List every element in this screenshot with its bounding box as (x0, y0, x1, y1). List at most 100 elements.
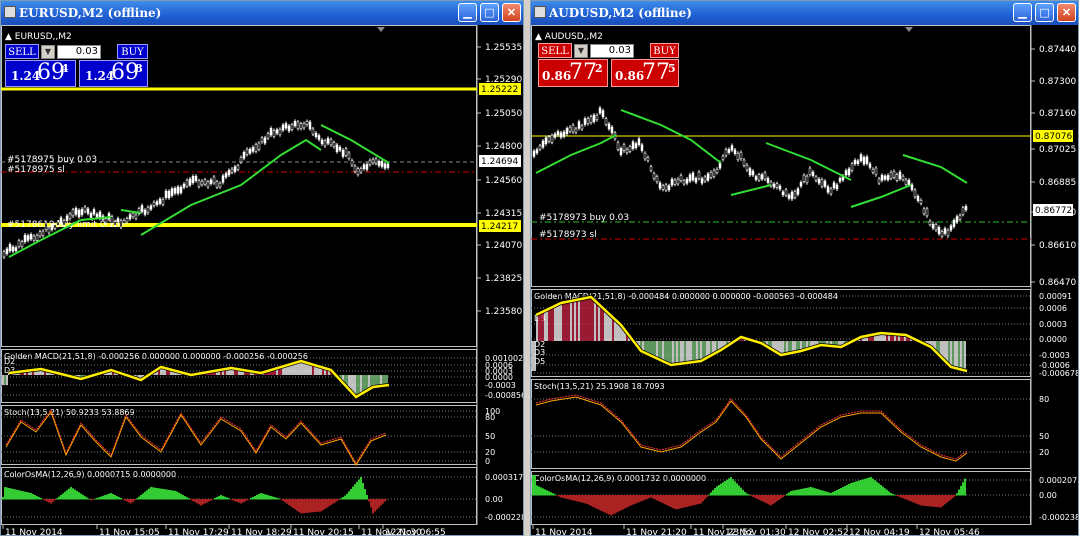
osma-histogram-bar (106, 494, 108, 500)
price-candle (580, 125, 584, 130)
price-candle (77, 209, 81, 218)
osma-histogram-bar (876, 481, 878, 496)
osma-histogram-bar (332, 499, 334, 504)
osma-histogram-bar (348, 491, 350, 500)
osma-histogram-bar (632, 495, 634, 505)
osma-histogram-bar (930, 495, 932, 507)
maximize-button[interactable]: □ (1035, 3, 1054, 22)
price-candle (556, 131, 560, 136)
ask-pip-digit: 5 (668, 62, 676, 75)
maximize-button[interactable]: □ (480, 3, 499, 22)
osma-histogram-bar (610, 495, 612, 516)
osma-histogram-bar (260, 493, 262, 500)
price-candle (251, 147, 255, 152)
buy-button[interactable]: BUY (117, 44, 148, 59)
osma-histogram-bar (8, 487, 10, 500)
stoch-axis-label: 80 (1039, 395, 1049, 404)
osma-histogram-bar (596, 495, 598, 509)
lot-decrease-icon[interactable]: ▼ (574, 44, 588, 58)
osma-histogram-bar (292, 499, 294, 508)
time-axis-label: 11 Nov 17:29 (168, 528, 229, 535)
osma-histogram-bar (682, 495, 684, 508)
time-axis-label: 12 Nov 01:30 (725, 528, 786, 535)
price-candle (2, 251, 6, 258)
osma-histogram-bar (654, 495, 656, 500)
osma-histogram-bar (832, 492, 834, 496)
moving-average-line (850, 184, 912, 208)
osma-histogram-bar (360, 477, 362, 500)
osma-histogram-bar (540, 487, 542, 496)
price-candle (829, 188, 833, 195)
osma-histogram-bar (634, 495, 636, 504)
osma-histogram-bar (824, 491, 826, 496)
price-candle (625, 148, 629, 154)
osma-histogram-bar (962, 482, 964, 496)
lot-size-input[interactable]: 0.03 (57, 45, 101, 59)
lot-decrease-icon[interactable]: ▼ (41, 45, 55, 59)
osma-histogram-bar (294, 499, 296, 510)
audusd-title-bar[interactable]: AUDUSD,M2 (offline) ▁ □ ✕ (531, 1, 1078, 25)
osma-histogram-bar (188, 498, 190, 500)
macd-signal-line (8, 359, 390, 399)
price-candle (29, 234, 33, 240)
price-candle (724, 149, 728, 156)
price-candle (694, 178, 698, 183)
sell-button[interactable]: SELL (538, 43, 572, 58)
price-candle (544, 137, 548, 144)
eurusd-chart-window[interactable]: EURUSD,M2 (offline) ▁ □ ✕ ▲ EURUSD,,M2 1.… (0, 0, 524, 536)
osma-histogram-bar (722, 482, 724, 496)
osma-histogram-bar (22, 491, 24, 500)
osma-histogram-bar (224, 496, 226, 500)
osma-histogram-bar (906, 495, 908, 500)
price-candle (248, 148, 252, 154)
osma-histogram-bar (126, 499, 128, 502)
one-click-trade-panel: SELL ▼ 0.03 BUY 1.24 69 4 1.24 69 8 (5, 44, 148, 88)
price-candle (341, 149, 345, 157)
price-candle (961, 207, 965, 215)
osma-histogram-bar (264, 494, 266, 500)
osma-histogram-bar (588, 495, 590, 505)
price-axis-label: 0.86610 (1039, 241, 1076, 251)
macd-axis-label: -0.000678 (1039, 369, 1078, 378)
price-candle (62, 220, 66, 226)
minimize-button[interactable]: ▁ (1013, 3, 1032, 22)
osma-histogram-bar (798, 489, 800, 496)
lot-size-input[interactable]: 0.03 (590, 44, 634, 58)
osma-histogram-bar (334, 499, 336, 503)
osma-histogram-bar (28, 492, 30, 500)
audusd-chart-window[interactable]: AUDUSD,M2 (offline) ▁ □ ✕ ▲ AUDUSD,,M2 0.… (530, 0, 1079, 536)
ask-price-box[interactable]: 1.24 69 8 (79, 60, 148, 87)
price-candle (784, 189, 788, 196)
price-candle (332, 142, 336, 148)
audusd-chart-area[interactable]: ▲ AUDUSD,,M2 0.87440 0.87300 0.87160 0.87025… (531, 25, 1078, 535)
close-button[interactable]: ✕ (502, 3, 521, 22)
price-candle (856, 160, 860, 165)
osma-histogram-bar (870, 477, 872, 496)
osma-histogram-bar (818, 489, 820, 496)
sell-button[interactable]: SELL (5, 44, 39, 59)
osma-histogram-bar (90, 499, 92, 501)
price-candle (673, 179, 677, 185)
osma-histogram-bar (872, 478, 874, 496)
eurusd-title-bar[interactable]: EURUSD,M2 (offline) ▁ □ ✕ (1, 1, 523, 25)
eurusd-chart-area[interactable]: ▲ EURUSD,,M21.255351.252901.250501.24800… (1, 25, 523, 535)
osma-histogram-bar (684, 495, 686, 508)
buy-button[interactable]: BUY (650, 43, 679, 58)
bid-price-box[interactable]: 0.86 77 2 (538, 59, 608, 87)
osma-histogram-bar (754, 495, 756, 498)
minimize-button[interactable]: ▁ (458, 3, 477, 22)
bid-price-box[interactable]: 1.24 69 4 (5, 60, 76, 87)
price-candle (353, 165, 357, 172)
chart-window-icon (534, 6, 546, 18)
osma-histogram-bar (380, 499, 382, 506)
ask-price-box[interactable]: 0.86 77 5 (611, 59, 679, 87)
osma-histogram-bar (166, 489, 168, 500)
osma-histogram-bar (778, 495, 780, 500)
osma-histogram-bar (382, 499, 384, 504)
osma-histogram-bar (804, 488, 806, 496)
close-button[interactable]: ✕ (1057, 3, 1076, 22)
osma-histogram-bar (222, 495, 224, 500)
osma-histogram-bar (822, 490, 824, 496)
price-candle (598, 107, 602, 114)
osma-axis-label: -0.000228 (485, 513, 523, 522)
